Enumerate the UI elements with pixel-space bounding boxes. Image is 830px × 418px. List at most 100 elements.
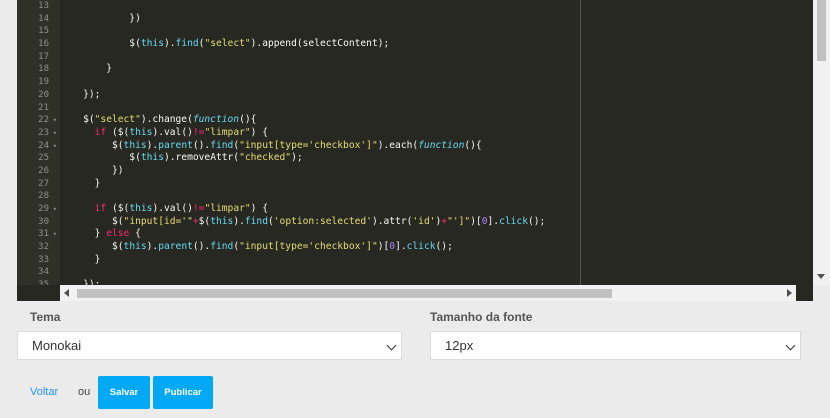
publish-button[interactable]: Publicar: [153, 376, 213, 409]
code-line: } else {: [60, 228, 813, 241]
code-token: }): [60, 164, 124, 176]
code-token: $(: [60, 139, 124, 151]
theme-select[interactable]: Monokai: [17, 331, 402, 360]
code-token: "']": [447, 215, 471, 227]
code-token: "select": [204, 38, 251, 50]
line-number: 24 ▾: [17, 140, 60, 153]
code-token: 'option:selected': [273, 215, 372, 227]
vertical-scrollbar-thumb[interactable]: [817, 0, 826, 61]
line-number-text: 30: [38, 216, 49, 227]
code-editor[interactable]: 13 14 15 16 17 18 19 20 21 22 ▾ 23 ▾ 24 ▾ 25 26 27 28 29 ▾ 30…: [17, 0, 813, 301]
code-line: }: [60, 178, 813, 191]
code-token: this: [123, 139, 147, 151]
chevron-down-icon: [386, 340, 397, 351]
line-number: 21: [17, 102, 60, 115]
code-token: }: [60, 253, 101, 265]
code-area[interactable]: }) $(this).find("select").append(selectC…: [60, 0, 813, 285]
code-token: function: [192, 114, 240, 126]
code-token: "input[id='": [123, 215, 193, 227]
line-number-text: 25: [38, 153, 49, 164]
code-token: parent: [158, 241, 193, 253]
line-number: 30: [17, 216, 60, 229]
code-token: ) {: [250, 203, 268, 214]
line-number-text: 23: [38, 127, 49, 138]
code-token: ].: [395, 241, 407, 253]
code-token: find: [210, 139, 234, 151]
horizontal-scrollbar-thumb[interactable]: [77, 289, 612, 298]
line-number: 25: [17, 152, 60, 165]
code-token: }: [60, 228, 107, 240]
line-number: 23 ▾: [17, 127, 60, 140]
scroll-left-arrow-icon[interactable]: [64, 289, 69, 297]
back-link[interactable]: Voltar: [30, 386, 58, 398]
vertical-scrollbar[interactable]: [813, 0, 830, 285]
code-token: this: [210, 215, 234, 227]
code-line: $(this).parent().find("input[type='check…: [60, 140, 813, 153]
line-number-text: 24: [38, 140, 49, 151]
line-number: 15: [17, 25, 60, 38]
horizontal-scrollbar[interactable]: [60, 285, 796, 301]
code-token: $(: [60, 114, 95, 126]
line-number-gutter: 13 14 15 16 17 18 19 20 21 22 ▾ 23 ▾ 24 ▾ 25 26 27 28 29 ▾ 30…: [17, 0, 60, 285]
code-token: ).val(): [152, 203, 193, 214]
scroll-down-arrow-icon[interactable]: [817, 274, 825, 279]
code-token: click: [499, 215, 528, 227]
line-number-text: 29: [38, 204, 49, 214]
code-token: ().: [192, 139, 211, 151]
line-number: 32: [17, 241, 60, 254]
line-number: 18: [17, 63, 60, 76]
line-number-text: 32: [38, 242, 49, 253]
fold-arrow-icon[interactable]: ▾: [53, 228, 57, 241]
code-token: ).: [146, 139, 159, 151]
theme-select-value: Monokai: [32, 338, 82, 353]
code-token: "input[type='checkbox']": [239, 241, 378, 253]
code-token: "select": [94, 114, 141, 126]
code-token: ();: [527, 215, 546, 227]
fold-arrow-icon[interactable]: ▾: [53, 114, 57, 127]
code-token: this: [140, 152, 164, 164]
line-number-text: 28: [38, 191, 49, 202]
line-number: 29 ▾: [17, 203, 60, 216]
line-number-text: 22: [38, 115, 49, 126]
code-token: ].: [487, 215, 500, 227]
line-number: 13: [17, 0, 60, 13]
code-line: $(this).removeAttr("checked");: [60, 152, 813, 165]
line-number-text: 21: [38, 102, 49, 113]
line-number-text: 14: [38, 13, 49, 24]
code-token: )[: [470, 215, 482, 227]
line-number-text: 17: [38, 51, 49, 62]
code-token: ();: [435, 241, 453, 253]
line-number: 14: [17, 13, 60, 26]
code-token: $(: [60, 241, 124, 253]
code-token: this: [140, 38, 164, 50]
code-token: ) {: [250, 126, 268, 138]
fold-arrow-icon[interactable]: ▾: [53, 203, 57, 216]
code-token: ).each(: [377, 139, 419, 151]
code-token: if: [94, 126, 107, 138]
fold-arrow-icon[interactable]: ▾: [53, 140, 57, 153]
fold-arrow-icon[interactable]: ▾: [53, 127, 57, 140]
save-button[interactable]: Salvar: [98, 376, 150, 409]
code-token: ).removeAttr(: [163, 152, 240, 164]
line-number: 34: [17, 266, 60, 279]
code-token: {: [129, 228, 141, 240]
line-number: 31 ▾: [17, 228, 60, 241]
code-token: ).: [233, 215, 245, 227]
scroll-right-arrow-icon[interactable]: [787, 289, 792, 297]
code-token: (){: [239, 114, 257, 126]
code-token: ($(: [106, 203, 130, 214]
line-number-text: 15: [38, 26, 49, 37]
code-token: }: [60, 63, 112, 75]
line-number-text: 26: [38, 165, 49, 176]
code-token: this: [129, 203, 153, 214]
code-token: "limpar": [204, 126, 251, 138]
font-size-select[interactable]: 12px: [430, 331, 801, 360]
code-token: if: [94, 203, 107, 214]
code-line: if ($(this).val()!="limpar") {: [60, 203, 813, 216]
code-token: function: [418, 139, 465, 151]
